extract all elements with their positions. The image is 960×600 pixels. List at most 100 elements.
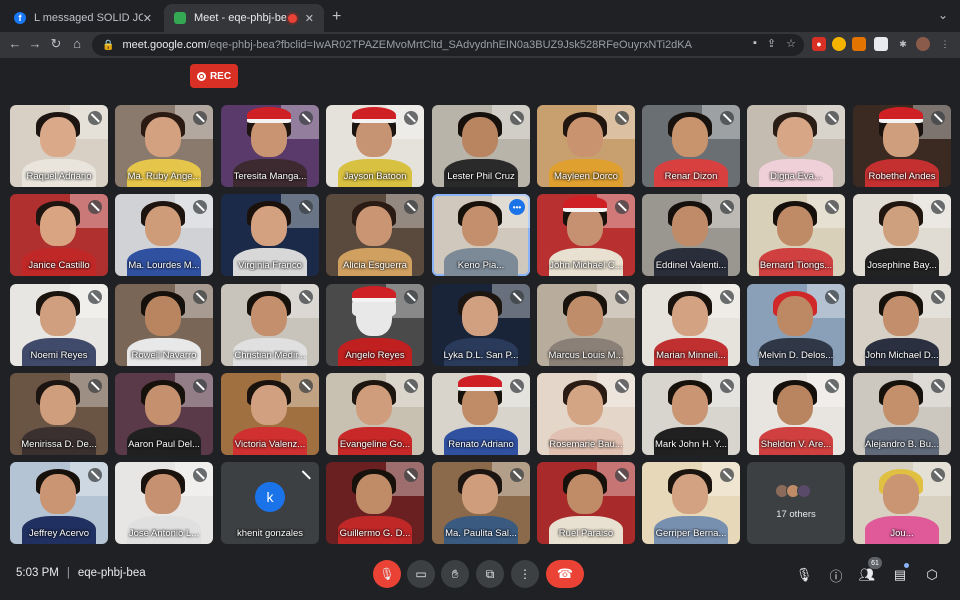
camera-toggle-button[interactable]: ▭ <box>407 560 435 588</box>
participant-tile[interactable]: Jose Antonio L... <box>115 462 213 544</box>
chat-icon[interactable]: ▤ <box>891 566 909 584</box>
participant-tile[interactable]: Ruel Paraiso <box>537 462 635 544</box>
browser-tab-facebook[interactable]: f L messaged SOLID JOKAK Ma ✕ <box>4 4 162 32</box>
participant-tile[interactable]: Lyka D.L. San P... <box>432 284 530 366</box>
participant-tile[interactable]: Jeffrey Acervo <box>10 462 108 544</box>
participant-tile[interactable]: Rosemarie Bau... <box>537 373 635 455</box>
participant-tile[interactable]: Janice Castillo <box>10 194 108 276</box>
address-bar[interactable]: 🔒 meet.google.com/eqe-phbj-bea?fbclid=Iw… <box>92 34 804 56</box>
participant-name: Teresita Manga... <box>233 171 307 182</box>
participant-tile[interactable]: Mark John H. Y... <box>642 373 740 455</box>
microphone-toggle-button[interactable]: 🎙︎ <box>373 560 401 588</box>
bookmark-star-icon[interactable]: ☆ <box>786 37 796 50</box>
participant-face <box>356 296 392 336</box>
more-options-button[interactable]: ⋮ <box>511 560 539 588</box>
participant-name: Keno Pia... <box>457 260 505 271</box>
mic-muted-icon <box>193 468 207 482</box>
participant-tile[interactable]: Teresita Manga... <box>221 105 319 187</box>
participant-tile[interactable]: Eddinel Valenti... <box>642 194 740 276</box>
profile-avatar[interactable] <box>916 37 930 51</box>
browser-tab-meet[interactable]: Meet - eqe-phbj-bea ✕ <box>164 4 324 32</box>
participant-tile[interactable]: Rowell Navarro <box>115 284 213 366</box>
participant-tile[interactable]: Menirissa D. De... <box>10 373 108 455</box>
participant-tile[interactable]: ••• Keno Pia... <box>432 194 530 276</box>
tab-search-icon[interactable]: ⌄ <box>938 8 948 22</box>
new-tab-button[interactable]: + <box>332 8 341 26</box>
lock-icon[interactable]: 🔒 <box>102 40 114 51</box>
url-path: /eqe-phbj-bea?fbclid=IwAR02TPAZEMvoMrtCl… <box>206 39 692 51</box>
participant-tile[interactable]: Guillermo G. D... <box>326 462 424 544</box>
santa-hat <box>563 196 607 212</box>
participant-tile[interactable]: John Michael D... <box>853 284 951 366</box>
mic-muted-icon <box>720 290 734 304</box>
close-tab-icon[interactable]: ✕ <box>305 12 314 25</box>
forward-button[interactable]: → <box>26 36 44 51</box>
participant-face <box>356 385 392 425</box>
mute-all-icon[interactable]: 🎙︎ <box>795 566 813 584</box>
participant-tile[interactable]: Sheldon V. Are... <box>747 373 845 455</box>
raise-hand-button[interactable]: ✋︎ <box>441 560 469 588</box>
share-icon[interactable]: ⇪ <box>767 37 776 50</box>
participant-tile[interactable]: Aaron Paul Del... <box>115 373 213 455</box>
participant-tile[interactable]: Raquel Adriano <box>10 105 108 187</box>
extension-icon[interactable] <box>874 37 888 51</box>
participant-tile[interactable]: Renato Adriano <box>432 373 530 455</box>
home-button[interactable]: ⌂ <box>68 36 86 51</box>
mic-muted-icon <box>193 379 207 393</box>
participant-name: Ruel Paraiso <box>558 528 614 539</box>
mic-muted-icon <box>615 111 629 125</box>
participant-tile[interactable]: Angelo Reyes <box>326 284 424 366</box>
present-screen-button[interactable]: ⧉ <box>476 560 504 588</box>
participant-tile[interactable]: Josephine Bay... <box>853 194 951 276</box>
participant-tile[interactable]: Lester Phil Cruz <box>432 105 530 187</box>
leave-call-button[interactable]: ☎︎ <box>546 560 584 588</box>
participant-tile[interactable]: Evangeline Go... <box>326 373 424 455</box>
participant-tile[interactable]: Noemi Reyes <box>10 284 108 366</box>
extension-icon[interactable] <box>832 37 846 51</box>
participant-tile[interactable]: k khenit gonzales <box>221 462 319 544</box>
mic-muted-icon <box>193 200 207 214</box>
participant-tile[interactable]: Ma. Ruby Ange... <box>115 105 213 187</box>
participant-tile[interactable]: Renar Dizon <box>642 105 740 187</box>
participant-name: Raquel Adriano <box>26 171 92 182</box>
mic-muted-icon <box>931 111 945 125</box>
participant-name: Renato Adriano <box>448 439 514 450</box>
participant-tile[interactable]: Digna Eva... <box>747 105 845 187</box>
activities-icon[interactable]: ⬡ <box>923 566 941 584</box>
browser-menu-icon[interactable]: ⋮ <box>938 37 952 51</box>
more-options-icon[interactable]: ••• <box>509 199 525 215</box>
back-button[interactable]: ← <box>6 36 24 51</box>
mic-muted-icon <box>193 111 207 125</box>
mic-muted-icon <box>720 111 734 125</box>
mic-muted-icon <box>88 379 102 393</box>
meeting-details-icon[interactable]: ⓘ <box>827 566 845 584</box>
extensions-puzzle-icon[interactable]: ✱ <box>896 37 910 51</box>
participant-face <box>40 385 76 425</box>
participant-tile[interactable]: Ma. Paulita Sal... <box>432 462 530 544</box>
participant-tile[interactable]: Ma. Lourdes M... <box>115 194 213 276</box>
participant-tile[interactable]: Bernard Tiongs... <box>747 194 845 276</box>
camera-in-use-icon[interactable]: ▪ <box>753 37 757 50</box>
participant-tile[interactable]: Melvin D. Delos... <box>747 284 845 366</box>
extension-icon[interactable]: ● <box>812 37 826 51</box>
participant-tile[interactable]: Alicia Esguerra <box>326 194 424 276</box>
close-tab-icon[interactable]: ✕ <box>143 12 152 25</box>
participant-tile[interactable]: John Michael C... <box>537 194 635 276</box>
participant-tile[interactable]: Christian Medir... <box>221 284 319 366</box>
participant-tile[interactable]: Jayson Batoon <box>326 105 424 187</box>
participant-tile[interactable]: Marian Minneli... <box>642 284 740 366</box>
mic-muted-icon <box>299 468 313 482</box>
participant-tile[interactable]: Gerriper Berna... <box>642 462 740 544</box>
participant-face <box>145 385 181 425</box>
participant-tile[interactable]: Victoria Valenz... <box>221 373 319 455</box>
participant-tile[interactable]: Marcus Louis M... <box>537 284 635 366</box>
extension-icon[interactable] <box>852 37 866 51</box>
reload-button[interactable]: ↻ <box>47 36 65 52</box>
others-tile[interactable]: 17 others <box>747 462 845 544</box>
participant-tile[interactable]: Alejandro B. Bu... <box>853 373 951 455</box>
participant-name: Virginia Franco <box>238 260 302 271</box>
participant-tile[interactable]: Virginia Franco <box>221 194 319 276</box>
participant-tile[interactable]: Mayleen Dorco <box>537 105 635 187</box>
participant-tile[interactable]: Robethel Andes <box>853 105 951 187</box>
participant-tile[interactable]: Jou... <box>853 462 951 544</box>
